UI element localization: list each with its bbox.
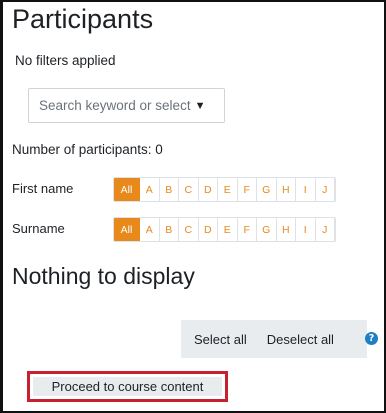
first-name-letter-bar: All A B C D E F G H I J (113, 177, 336, 202)
first-name-letter-all[interactable]: All (114, 178, 140, 201)
first-name-letter-h[interactable]: H (276, 178, 296, 201)
surname-letter-g[interactable]: G (257, 218, 277, 241)
first-name-letter-f[interactable]: F (237, 178, 257, 201)
surname-letter-bar: All A B C D E F G H I J (113, 217, 336, 242)
filters-status: No filters applied (15, 53, 116, 68)
page-title: Participants (12, 4, 154, 34)
surname-filter-row: Surname All A B C D E F G H I J (3, 217, 384, 242)
surname-label: Surname (12, 221, 65, 236)
proceed-highlight: Proceed to course content (27, 371, 228, 402)
surname-letter-a[interactable]: A (140, 218, 160, 241)
bulk-select-bar: Select all Deselect all (181, 320, 367, 358)
first-name-letter-i[interactable]: I (296, 178, 316, 201)
first-name-filter-row: First name All A B C D E F G H I J (3, 177, 384, 202)
first-name-letter-e[interactable]: E (218, 178, 238, 201)
surname-letter-h[interactable]: H (276, 218, 296, 241)
empty-state-message: Nothing to display (12, 263, 195, 289)
select-all-button[interactable]: Select all (181, 332, 257, 347)
surname-letter-d[interactable]: D (198, 218, 218, 241)
first-name-letter-j[interactable]: J (315, 178, 335, 201)
first-name-letter-g[interactable]: G (257, 178, 277, 201)
surname-letter-j[interactable]: J (315, 218, 335, 241)
participant-count: Number of participants: 0 (12, 142, 163, 157)
first-name-letter-c[interactable]: C (179, 178, 199, 201)
caret-down-icon: ▼ (194, 99, 206, 112)
first-name-letter-b[interactable]: B (159, 178, 179, 201)
surname-letter-c[interactable]: C (179, 218, 199, 241)
first-name-letter-a[interactable]: A (140, 178, 160, 201)
search-input[interactable]: Search keyword or select ▼ (28, 88, 225, 123)
surname-letter-f[interactable]: F (237, 218, 257, 241)
surname-letter-e[interactable]: E (218, 218, 238, 241)
help-icon[interactable]: ? (365, 332, 378, 345)
surname-letter-b[interactable]: B (159, 218, 179, 241)
surname-letter-all[interactable]: All (114, 218, 140, 241)
participants-panel: Participants No filters applied Search k… (0, 0, 386, 413)
surname-letter-i[interactable]: I (296, 218, 316, 241)
search-placeholder: Search keyword or select (39, 98, 191, 113)
deselect-all-button[interactable]: Deselect all (257, 332, 344, 347)
first-name-label: First name (12, 181, 74, 196)
proceed-to-course-button[interactable]: Proceed to course content (33, 377, 222, 396)
first-name-letter-d[interactable]: D (198, 178, 218, 201)
